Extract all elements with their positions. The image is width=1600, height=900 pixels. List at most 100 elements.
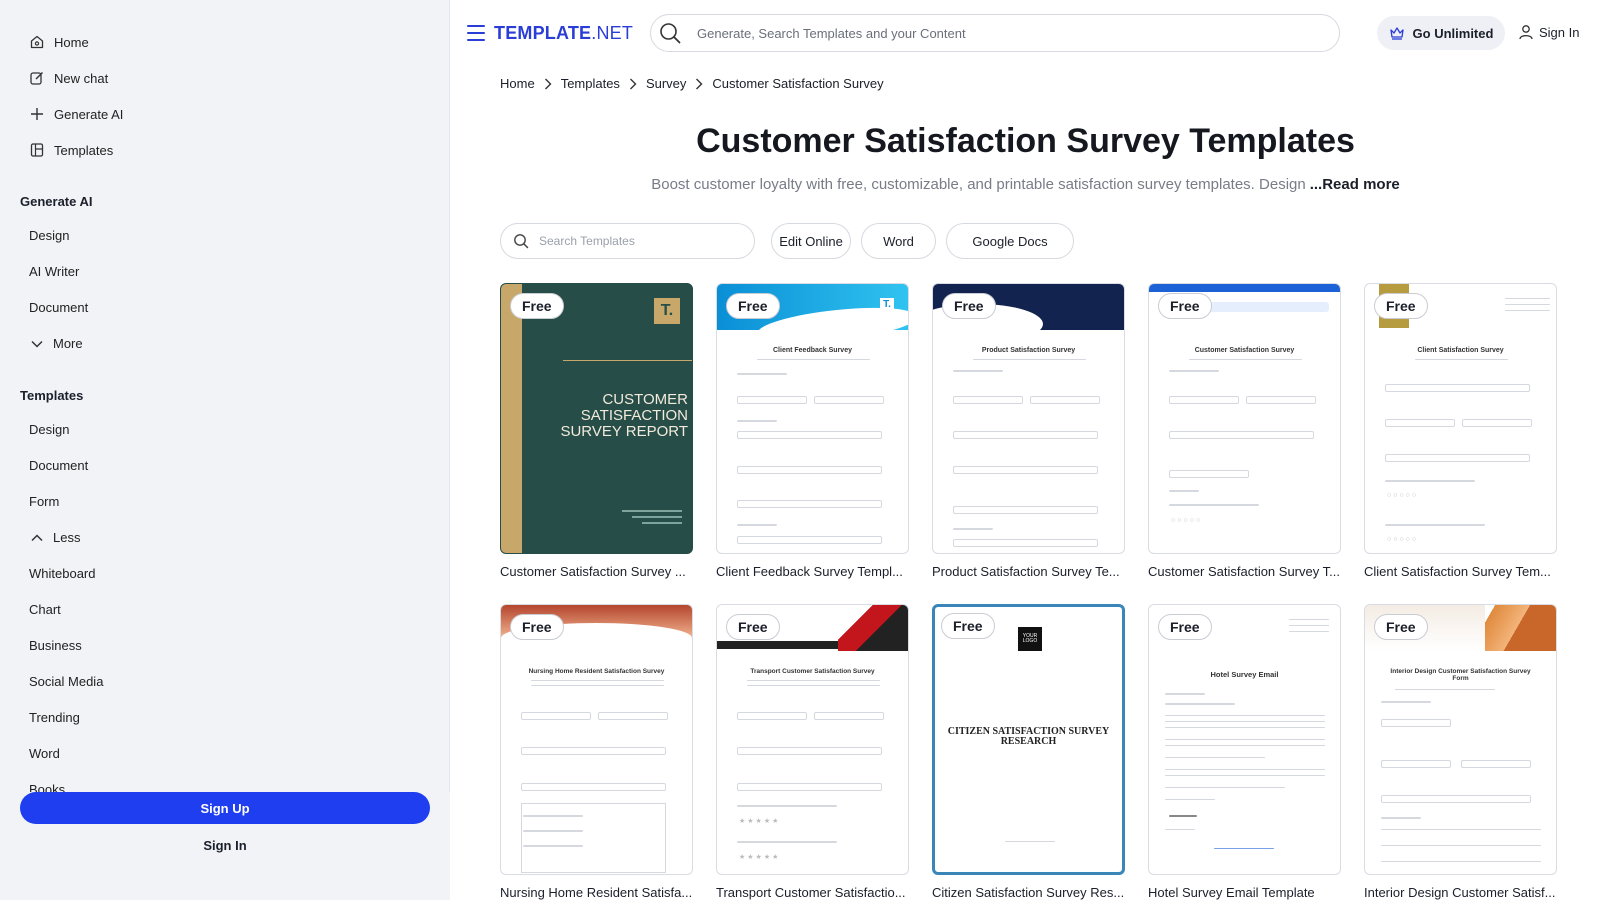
doc-title: Client Satisfaction Survey (1417, 347, 1504, 354)
menu-icon[interactable] (467, 25, 485, 41)
template-thumbnail[interactable]: Free YOUR LOGO CITIZEN SATISFACTION SURV… (932, 604, 1125, 875)
search-icon (659, 22, 681, 44)
template-caption[interactable]: Nursing Home Resident Satisfa... (500, 885, 693, 900)
global-search-input[interactable] (697, 25, 1297, 41)
user-icon (1519, 24, 1533, 40)
template-caption[interactable]: Interior Design Customer Satisf... (1364, 885, 1557, 900)
sidebar-item-books[interactable]: Books (0, 772, 450, 792)
go-unlimited-button[interactable]: Go Unlimited (1377, 16, 1505, 50)
sidebar-item-templates[interactable]: Templates (0, 132, 450, 168)
template-thumbnail[interactable]: Free Client Satisfaction Survey ○○○○○ ○○… (1364, 283, 1557, 554)
breadcrumb-templates[interactable]: Templates (561, 76, 620, 91)
template-thumbnail[interactable]: Free Interior Design Customer Satisfacti… (1364, 604, 1557, 875)
sidebar-item-social-media[interactable]: Social Media (0, 664, 450, 700)
template-caption[interactable]: Customer Satisfaction Survey ... (500, 564, 693, 579)
sidebar-item-business[interactable]: Business (0, 628, 450, 664)
template-card[interactable]: Free Transport Customer Satisfaction Sur… (716, 604, 909, 900)
sidebar-item-home[interactable]: Home (0, 24, 450, 60)
sidebar-sign-in-link[interactable]: Sign In (0, 838, 450, 853)
sidebar-item-document[interactable]: Document (0, 448, 450, 484)
template-caption[interactable]: Citizen Satisfaction Survey Res... (932, 885, 1125, 900)
sidebar-item-label: New chat (54, 70, 109, 86)
template-thumbnail[interactable]: Free Product Satisfaction Survey (932, 283, 1125, 554)
sidebar: Home New chat Generate AI Templates Gene… (0, 0, 450, 900)
go-unlimited-label: Go Unlimited (1412, 25, 1494, 41)
page-title: Customer Satisfaction Survey Templates (696, 122, 1355, 160)
sidebar-item-design[interactable]: Design (0, 218, 450, 254)
sidebar-item-generate-ai[interactable]: Generate AI (0, 96, 450, 132)
template-thumbnail[interactable]: Free T. Client Feedback Survey (716, 283, 909, 554)
filter-chip-word[interactable]: Word (861, 223, 936, 259)
doc-title: Transport Customer Satisfaction Survey (750, 668, 875, 675)
sign-up-button[interactable]: Sign Up (20, 792, 430, 824)
global-search-bar[interactable] (650, 14, 1340, 52)
edit-icon (28, 69, 46, 87)
site-logo[interactable]: TEMPLATE.NET (494, 23, 633, 44)
header-sign-in-label: Sign In (1539, 24, 1580, 40)
sidebar-item-label: Generate AI (54, 106, 124, 122)
doc-title: Client Feedback Survey (773, 347, 852, 354)
sidebar-less-toggle[interactable]: Less (0, 520, 450, 556)
sidebar-less-label: Less (53, 530, 81, 545)
sidebar-item-design[interactable]: Design (0, 412, 450, 448)
breadcrumb: Home Templates Survey Customer Satisfact… (500, 76, 884, 91)
sidebar-heading-generate-ai: Generate AI (20, 194, 93, 209)
filter-chip-edit-online[interactable]: Edit Online (771, 223, 851, 259)
template-search-input[interactable] (539, 234, 739, 248)
sidebar-footer: Sign Up Sign In (0, 792, 450, 900)
sidebar-item-label: Templates (54, 142, 114, 158)
template-card[interactable]: Free Nursing Home Resident Satisfaction … (500, 604, 693, 900)
sidebar-item-new-chat[interactable]: New chat (0, 60, 450, 96)
template-card[interactable]: Free Client Satisfaction Survey ○○○○○ ○○… (1364, 283, 1557, 579)
chevron-right-icon (695, 78, 703, 90)
template-caption[interactable]: Transport Customer Satisfactio... (716, 885, 909, 900)
template-card[interactable]: Free T. Client Feedback Survey Client Fe… (716, 283, 909, 579)
free-badge: Free (726, 293, 780, 319)
template-card[interactable]: Free YOUR LOGO CITIZEN SATISFACTION SURV… (932, 604, 1125, 900)
search-icon (513, 233, 529, 249)
template-thumbnail[interactable]: Free Customer Satisfaction Survey ○○○○○ (1148, 283, 1341, 554)
template-caption[interactable]: Client Satisfaction Survey Tem... (1364, 564, 1557, 579)
sidebar-item-trending[interactable]: Trending (0, 700, 450, 736)
template-search-box[interactable] (500, 223, 755, 259)
chevron-right-icon (544, 78, 552, 90)
logo-light-text: .NET (591, 23, 634, 43)
sidebar-item-form[interactable]: Form (0, 484, 450, 520)
read-more-link[interactable]: ...Read more (1310, 176, 1400, 193)
sidebar-item-word[interactable]: Word (0, 736, 450, 772)
template-thumbnail[interactable]: Free Transport Customer Satisfaction Sur… (716, 604, 909, 875)
template-caption[interactable]: Product Satisfaction Survey Te... (932, 564, 1125, 579)
sidebar-more-toggle[interactable]: More (0, 326, 450, 362)
template-thumbnail[interactable]: Free Nursing Home Resident Satisfaction … (500, 604, 693, 875)
sidebar-item-document[interactable]: Document (0, 290, 450, 326)
template-thumbnail[interactable]: Free Hotel Survey Email (1148, 604, 1341, 875)
doc-title: Customer Satisfaction Survey (1194, 347, 1295, 354)
filter-bar: Edit Online Word Google Docs (500, 223, 1074, 259)
doc-title: Nursing Home Resident Satisfaction Surve… (528, 668, 665, 675)
breadcrumb-current: Customer Satisfaction Survey (712, 76, 884, 91)
template-card[interactable]: Free Interior Design Customer Satisfacti… (1364, 604, 1557, 900)
filter-chip-google-docs[interactable]: Google Docs (946, 223, 1074, 259)
template-caption[interactable]: Customer Satisfaction Survey T... (1148, 564, 1341, 579)
template-caption[interactable]: Client Feedback Survey Templ... (716, 564, 909, 579)
template-caption[interactable]: Hotel Survey Email Template (1148, 885, 1341, 900)
free-badge: Free (1158, 293, 1212, 319)
breadcrumb-survey[interactable]: Survey (646, 76, 686, 91)
template-card[interactable]: Free Product Satisfaction Survey Product… (932, 283, 1125, 579)
cover-title: CITIZEN SATISFACTION SURVEY RESEARCH (947, 726, 1110, 747)
sidebar-item-chart[interactable]: Chart (0, 592, 450, 628)
sidebar-scroll-area[interactable]: Home New chat Generate AI Templates Gene… (0, 0, 450, 793)
doc-title: Hotel Survey Email (1210, 670, 1279, 679)
chevron-down-icon (29, 336, 45, 352)
template-card[interactable]: Free Hotel Survey Email Hotel Survey Ema… (1148, 604, 1341, 900)
template-card[interactable]: Free Customer Satisfaction Survey ○○○○○ … (1148, 283, 1341, 579)
template-logo-icon: T. (880, 298, 894, 312)
template-thumbnail[interactable]: Free T. CUSTOMER SATISFACTION SURVEY REP… (500, 283, 693, 554)
free-badge: Free (510, 614, 564, 640)
breadcrumb-home[interactable]: Home (500, 76, 535, 91)
sidebar-item-ai-writer[interactable]: AI Writer (0, 254, 450, 290)
template-card[interactable]: Free T. CUSTOMER SATISFACTION SURVEY REP… (500, 283, 693, 579)
header-sign-in-button[interactable]: Sign In (1519, 24, 1579, 40)
home-icon (28, 33, 46, 51)
sidebar-item-whiteboard[interactable]: Whiteboard (0, 556, 450, 592)
